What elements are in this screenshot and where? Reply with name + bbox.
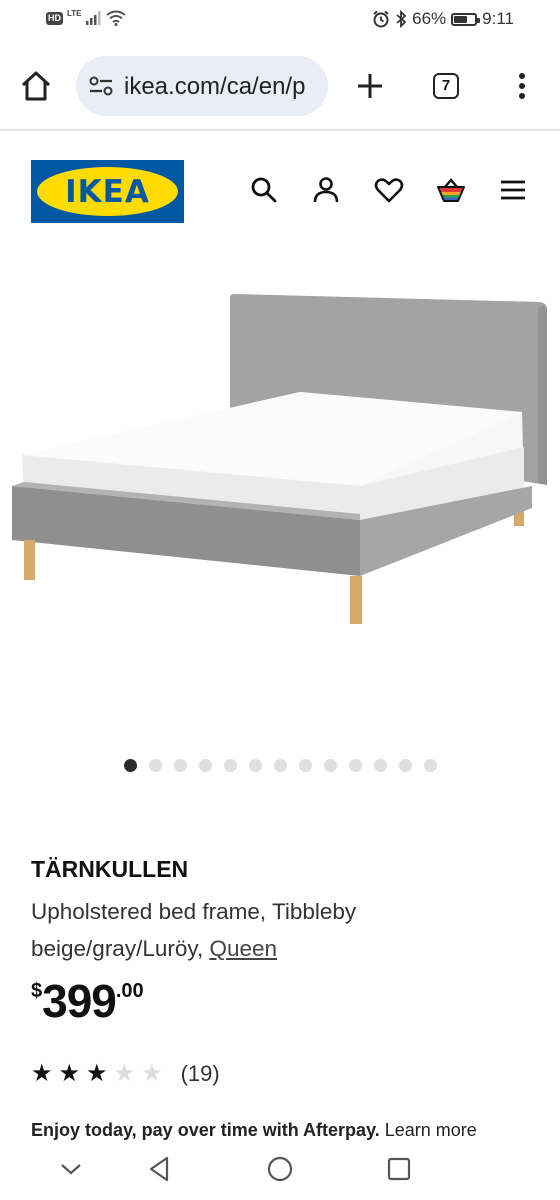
signal-icon (85, 11, 101, 25)
url-text[interactable]: ikea.com/ca/en/p (124, 73, 305, 101)
review-count[interactable]: (19) (181, 1061, 220, 1087)
carousel-dot[interactable] (149, 759, 162, 772)
site-settings-icon[interactable] (88, 75, 114, 97)
logo-text: IKEA (65, 174, 150, 210)
product-description: Upholstered bed frame, Tibbleby beige/gr… (31, 893, 451, 967)
carousel-dot[interactable] (124, 759, 137, 772)
home-nav-icon[interactable] (265, 1154, 295, 1184)
carousel-dot[interactable] (374, 759, 387, 772)
logo-registered-mark: ® (169, 176, 175, 183)
product-description-text: Upholstered bed frame, Tibbleby beige/gr… (31, 899, 357, 961)
ikea-logo[interactable]: IKEA ® (31, 160, 184, 223)
address-bar[interactable]: ikea.com/ca/en/p (76, 56, 328, 116)
carousel-dot[interactable] (399, 759, 412, 772)
battery-percent: 66% (412, 9, 447, 28)
chevron-down-icon[interactable] (56, 1154, 86, 1184)
recents-icon[interactable] (384, 1154, 414, 1184)
carousel-dot[interactable] (174, 759, 187, 772)
status-bar: HD LTE 66% 9:11 (0, 0, 560, 40)
system-navigation-bar (0, 1142, 560, 1200)
carousel-dot[interactable] (324, 759, 337, 772)
afterpay-banner: Enjoy today, pay over time with Afterpay… (31, 1120, 551, 1144)
image-carousel-dots[interactable] (124, 759, 437, 772)
carousel-dot[interactable] (199, 759, 212, 772)
star-icon: ★ (86, 1060, 108, 1087)
price-decimal: .00 (115, 980, 144, 1002)
star-icon: ★ (31, 1060, 53, 1087)
tab-switcher-button[interactable]: 7 (433, 73, 459, 99)
new-tab-icon[interactable] (352, 68, 388, 104)
battery-level (454, 15, 468, 23)
carousel-dot[interactable] (224, 759, 237, 772)
battery-icon (451, 12, 481, 26)
toolbar-divider (0, 129, 560, 131)
alarm-icon (373, 10, 389, 28)
carousel-dot[interactable] (274, 759, 287, 772)
afterpay-text: Enjoy today, pay over time with Afterpay… (31, 1120, 380, 1140)
product-name[interactable]: TÄRNKULLEN (31, 856, 188, 883)
product-rating[interactable]: ★ ★ ★ ★ ★ (19) (31, 1060, 220, 1088)
star-icon: ★ (58, 1060, 81, 1087)
basket-icon[interactable] (435, 174, 467, 206)
star-icon: ★ (113, 1060, 136, 1087)
carousel-dot[interactable] (299, 759, 312, 772)
network-type: LTE (67, 8, 82, 18)
home-icon[interactable] (18, 68, 54, 104)
star-icon: ★ (141, 1060, 163, 1087)
status-left: HD LTE (46, 8, 126, 26)
rating-stars: ★ ★ ★ ★ ★ (31, 1060, 169, 1088)
status-right: 66% 9:11 (372, 9, 514, 29)
carousel-dot[interactable] (424, 759, 437, 772)
back-icon[interactable] (145, 1154, 175, 1184)
search-icon[interactable] (248, 174, 280, 206)
price-integer: 399 (42, 975, 117, 1027)
product-price: $399.00 (31, 974, 144, 1028)
size-link[interactable]: Queen (209, 936, 277, 961)
product-image[interactable] (0, 250, 560, 740)
carousel-dot[interactable] (249, 759, 262, 772)
hamburger-menu-icon[interactable] (497, 174, 529, 206)
bluetooth-icon (396, 10, 407, 28)
browser-toolbar: ikea.com/ca/en/p 7 (0, 54, 560, 118)
more-options-icon[interactable] (510, 68, 534, 104)
afterpay-learn-more-link[interactable]: Learn more (385, 1120, 477, 1140)
wifi-icon (105, 10, 126, 26)
bed-frame-illustration (12, 294, 547, 624)
price-currency: $ (31, 980, 43, 1002)
carousel-dot[interactable] (349, 759, 362, 772)
account-icon[interactable] (310, 174, 342, 206)
status-time: 9:11 (482, 9, 514, 28)
heart-icon[interactable] (373, 174, 405, 206)
hd-badge: HD (46, 11, 63, 25)
